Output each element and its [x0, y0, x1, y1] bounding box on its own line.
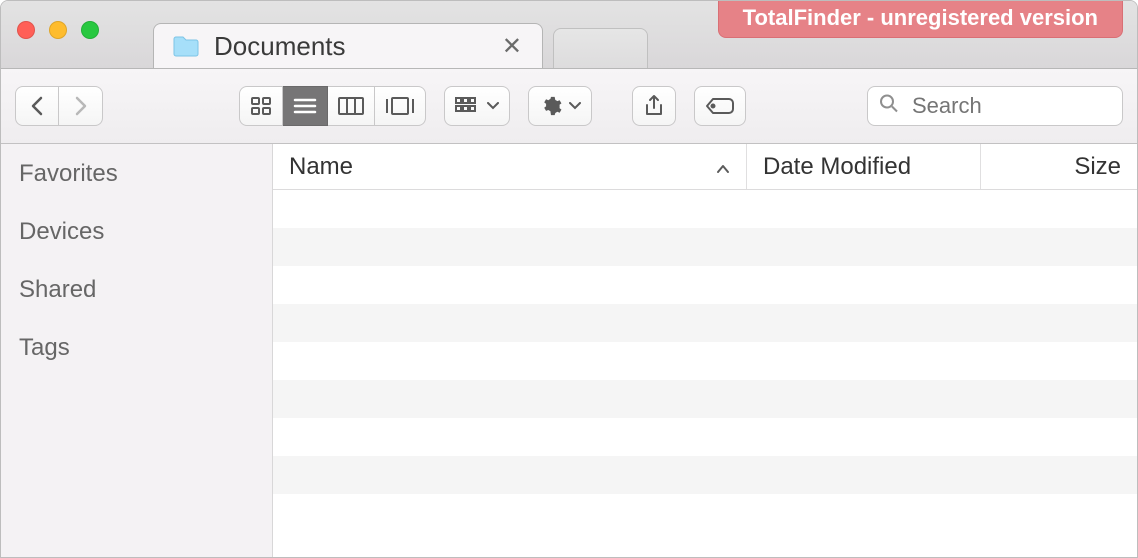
table-row	[273, 342, 1137, 380]
sidebar: Favorites Devices Shared Tags	[1, 144, 273, 557]
table-row	[273, 418, 1137, 456]
view-columns-button[interactable]	[328, 86, 375, 126]
sidebar-heading-favorites[interactable]: Favorites	[19, 160, 272, 188]
search-field-wrap	[867, 86, 1123, 126]
tab-label: Documents	[214, 31, 484, 62]
tags-button[interactable]	[694, 86, 746, 126]
search-input[interactable]	[867, 86, 1123, 126]
table-row	[273, 494, 1137, 532]
file-list: Name Date Modified Size	[273, 144, 1137, 557]
window-close-button[interactable]	[17, 21, 35, 39]
forward-button[interactable]	[59, 86, 103, 126]
table-row	[273, 190, 1137, 228]
titlebar: Documents ✕ TotalFinder - unregistered v…	[1, 1, 1137, 69]
column-headers: Name Date Modified Size	[273, 144, 1137, 190]
sidebar-heading-devices[interactable]: Devices	[19, 218, 272, 246]
chevron-down-icon	[569, 102, 581, 110]
column-label: Name	[289, 153, 353, 181]
table-row	[273, 304, 1137, 342]
back-button[interactable]	[15, 86, 59, 126]
toolbar	[1, 69, 1137, 144]
chevron-down-icon	[487, 102, 499, 110]
column-header-size[interactable]: Size	[981, 144, 1137, 189]
rows-area	[273, 190, 1137, 557]
traffic-lights	[17, 21, 99, 39]
table-row	[273, 266, 1137, 304]
tab-documents[interactable]: Documents ✕	[153, 23, 543, 68]
arrange-button[interactable]	[444, 86, 510, 126]
nav-buttons	[15, 86, 103, 126]
search-icon	[879, 94, 899, 119]
folder-icon	[172, 34, 200, 58]
view-icons-button[interactable]	[239, 86, 283, 126]
column-label: Size	[1074, 153, 1121, 181]
action-button[interactable]	[528, 86, 592, 126]
table-row	[273, 228, 1137, 266]
tab-bar: Documents ✕	[153, 23, 648, 68]
column-label: Date Modified	[763, 153, 911, 181]
finder-window: Documents ✕ TotalFinder - unregistered v…	[0, 0, 1138, 558]
column-header-name[interactable]: Name	[273, 144, 747, 189]
new-tab-button[interactable]	[553, 28, 648, 68]
window-zoom-button[interactable]	[81, 21, 99, 39]
view-mode-buttons	[239, 86, 426, 126]
table-row	[273, 456, 1137, 494]
unregistered-banner: TotalFinder - unregistered version	[718, 1, 1123, 38]
tab-close-button[interactable]: ✕	[498, 32, 526, 61]
table-row	[273, 380, 1137, 418]
view-list-button[interactable]	[283, 86, 328, 126]
view-coverflow-button[interactable]	[375, 86, 426, 126]
sidebar-heading-shared[interactable]: Shared	[19, 276, 272, 304]
sort-ascending-icon	[716, 153, 730, 181]
window-minimize-button[interactable]	[49, 21, 67, 39]
column-header-date[interactable]: Date Modified	[747, 144, 981, 189]
sidebar-heading-tags[interactable]: Tags	[19, 334, 272, 362]
main-area: Favorites Devices Shared Tags Name Date …	[1, 144, 1137, 557]
share-button[interactable]	[632, 86, 676, 126]
